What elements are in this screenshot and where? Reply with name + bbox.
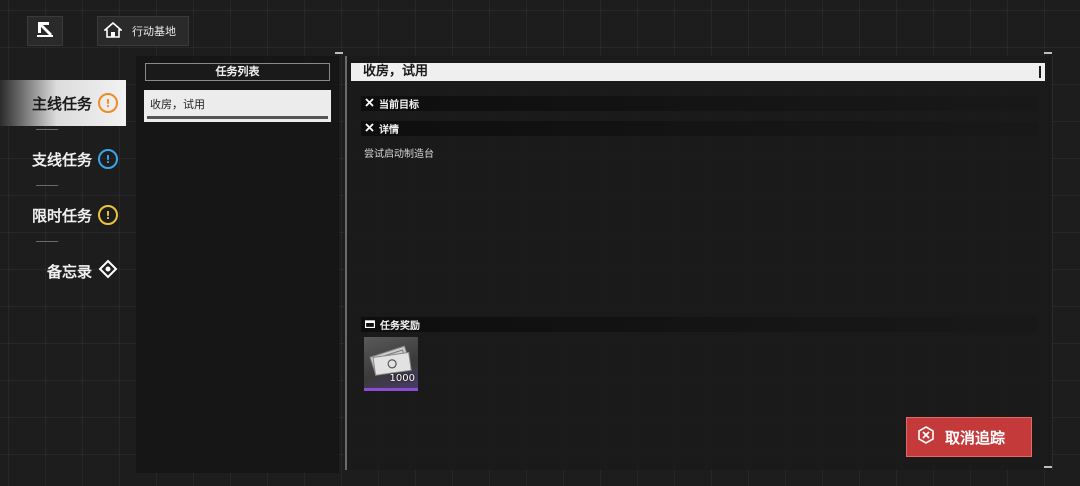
task-reward-section: 任务奖励 <box>361 317 1037 332</box>
sidebar-item-label: 支线任务 <box>31 150 92 169</box>
task-description: 尝试启动制造台 <box>364 149 434 160</box>
sidebar-item-label: 备忘录 <box>46 262 92 281</box>
task-list-header: 任务列表 <box>145 63 330 81</box>
details-section: 详情 <box>361 121 1037 136</box>
task-detail-panel <box>345 56 1053 470</box>
task-detail-title: 收房，试用 <box>351 63 1045 81</box>
panel-corner-mark <box>1044 466 1052 468</box>
crosshair-icon <box>365 122 374 135</box>
current-goal-section: 当前目标 <box>361 96 1037 111</box>
sidebar-item-label: 主线任务 <box>31 94 92 113</box>
task-list-item[interactable]: 收房，试用 <box>144 90 331 122</box>
back-arrow-icon <box>34 19 56 43</box>
task-item-underline <box>147 116 328 119</box>
sidebar-item-main-quests[interactable]: 主线任务 ! <box>0 80 126 126</box>
action-base-button[interactable]: 行动基地 <box>97 16 189 46</box>
cancel-tracking-button[interactable]: 取消追踪 <box>906 417 1032 457</box>
side-quest-alert-icon: ! <box>98 149 118 169</box>
main-quest-alert-icon: ! <box>98 93 118 113</box>
section-label: 详情 <box>379 125 399 136</box>
sidebar-divider <box>36 129 58 130</box>
sidebar-divider <box>36 185 58 186</box>
sidebar-item-side-quests[interactable]: 支线任务 ! <box>0 136 126 182</box>
task-item-label: 收房，试用 <box>150 98 205 111</box>
panel-corner-mark <box>1044 52 1052 54</box>
gift-icon <box>364 319 376 331</box>
panel-corner-mark <box>335 52 343 54</box>
crosshair-icon <box>365 97 374 110</box>
section-label: 当前目标 <box>379 100 419 111</box>
section-label: 任务奖励 <box>380 321 420 332</box>
reward-quantity: 1000 <box>389 373 415 384</box>
sidebar-item-limited-quests[interactable]: 限时任务 ! <box>0 192 126 238</box>
action-base-label: 行动基地 <box>132 25 176 38</box>
back-button[interactable] <box>27 16 63 46</box>
close-circle-icon <box>917 426 935 448</box>
limited-quest-alert-icon: ! <box>98 205 118 225</box>
cancel-tracking-label: 取消追踪 <box>945 428 1006 447</box>
home-icon <box>102 21 124 41</box>
sidebar-divider <box>36 241 58 242</box>
sidebar-item-label: 限时任务 <box>31 206 92 225</box>
sidebar-item-memo[interactable]: 备忘录 <box>0 248 126 294</box>
target-icon <box>98 259 118 283</box>
reward-item[interactable]: 1000 <box>364 337 418 391</box>
